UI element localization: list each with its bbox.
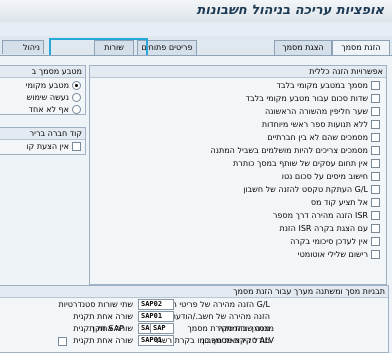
document-currency-group: מטבע מסמך ב מטבע מקומי נעשה שימוש אף לא … — [0, 65, 86, 115]
option-no-control-totals[interactable]: אין לעדכן סיכומי בקרה — [290, 236, 380, 247]
title-bar: אופציות עריכה בניהול חשבונות — [0, 0, 392, 23]
tab-administration[interactable]: ניהול — [2, 40, 44, 54]
desc-fast-entry-gl: שתי שורות סטנדרטיות — [58, 300, 133, 309]
checkbox[interactable] — [371, 120, 380, 129]
radio-used[interactable]: נעשה שימוש — [27, 92, 81, 103]
option-no-tax-code-proposal[interactable]: אל תציע קוד מס — [311, 197, 380, 208]
checkbox[interactable] — [371, 237, 380, 246]
option-auto-negative-posting[interactable]: רישום שלילי אוטומטי — [298, 249, 380, 260]
window-title: אופציות עריכה בניהול חשבונות — [196, 3, 384, 18]
general-entry-group: אפשרויות הזנה כללית מסמך במטבע מקומי בלב… — [89, 65, 387, 285]
tab-content: אפשרויות הזנה כללית מסמך במטבע מקומי בלב… — [0, 55, 392, 353]
option-no-partner-business-area[interactable]: אין תחום עסקים של שותף במסך כותרת — [233, 158, 380, 169]
desc-account-model: שורה אחת תקנית — [73, 336, 133, 345]
label-overview-layout: מבנה שורת סקירת מסמך — [187, 324, 274, 333]
checkbox[interactable] — [371, 146, 380, 155]
option-no-code-proposal[interactable]: אין הצעת קו — [27, 141, 81, 152]
option-not-intercompany[interactable]: מסמכים שהם לא בין חברתיים — [267, 132, 380, 143]
checkbox[interactable] — [371, 81, 380, 90]
option-copy-text-gl[interactable]: העתקת טקסט להזנה של חשבון G/L — [243, 184, 380, 195]
option-local-currency-only[interactable]: מסמך במטבע מקומי בלבד — [276, 80, 380, 91]
option-no-special-gl[interactable]: ללא תנועות ספר ראשי מיוחדות — [262, 119, 380, 130]
option-fast-entry-isr[interactable]: הזנה מהירה דרך מספר ISR — [273, 210, 380, 221]
company-code-group: קוד חברה בריר אין הצעת קו — [0, 127, 86, 155]
option-tax-on-net[interactable]: חישוב מיסים על סכום נטו — [282, 171, 380, 182]
input-fast-entry-credit[interactable]: SAP01 — [138, 311, 174, 322]
option-amount-local-only[interactable]: שדות סכום עבור מטבע מקומי בלבד — [246, 93, 380, 104]
checkbox[interactable] — [371, 107, 380, 116]
checkbox[interactable] — [371, 172, 380, 181]
checkbox[interactable] — [371, 159, 380, 168]
radio-button[interactable] — [72, 105, 81, 114]
radio-button[interactable] — [72, 81, 81, 90]
document-currency-title: מטבע מסמך ב — [31, 67, 82, 76]
tab-document-entry[interactable]: הזנת מסמך — [332, 40, 390, 56]
option-complete-for-park[interactable]: מסמכים צריכים להיות מושלמים בשביל המתנה — [211, 145, 380, 156]
radio-local-currency[interactable]: מטבע מקומי — [26, 80, 81, 91]
general-entry-title: אפשרויות הזנה כללית — [309, 67, 383, 76]
radio-none[interactable]: אף לא אחד — [29, 104, 81, 115]
checkbox[interactable] — [72, 142, 81, 151]
option-isr-control-display[interactable]: הזנת ISR עם הצגת בקרה — [279, 223, 380, 234]
input-overview-layout[interactable]: SAP — [150, 323, 174, 334]
radio-button[interactable] — [72, 93, 81, 102]
desc-overview-layout: תקן SAP — [92, 324, 124, 333]
company-code-title: קוד חברה בריר — [29, 129, 82, 138]
label-alv-overview: סקירת מסמך כמו בקרת רשת ALV — [156, 336, 274, 345]
option-rate-first-line[interactable]: שער חליפין מהשורה הראשונה — [265, 106, 380, 117]
desc-fast-entry-credit: שורה אחת תקנית — [73, 312, 133, 321]
checkbox[interactable] — [371, 94, 380, 103]
tab-document-display[interactable]: הצגת מסמך — [274, 40, 332, 55]
checkbox[interactable] — [371, 224, 380, 233]
checkbox[interactable] — [371, 198, 380, 207]
input-fast-entry-gl[interactable]: SAP02 — [138, 299, 174, 310]
alv-overview-checkbox[interactable] — [58, 337, 67, 346]
checkbox[interactable] — [371, 211, 380, 220]
screen-templates-title: תבניות מסך ומשתנה מערך עבור הזנת מסמך — [233, 287, 385, 296]
toolbar-band — [0, 22, 392, 36]
checkbox[interactable] — [371, 133, 380, 142]
checkbox[interactable] — [371, 250, 380, 259]
checkbox[interactable] — [371, 185, 380, 194]
